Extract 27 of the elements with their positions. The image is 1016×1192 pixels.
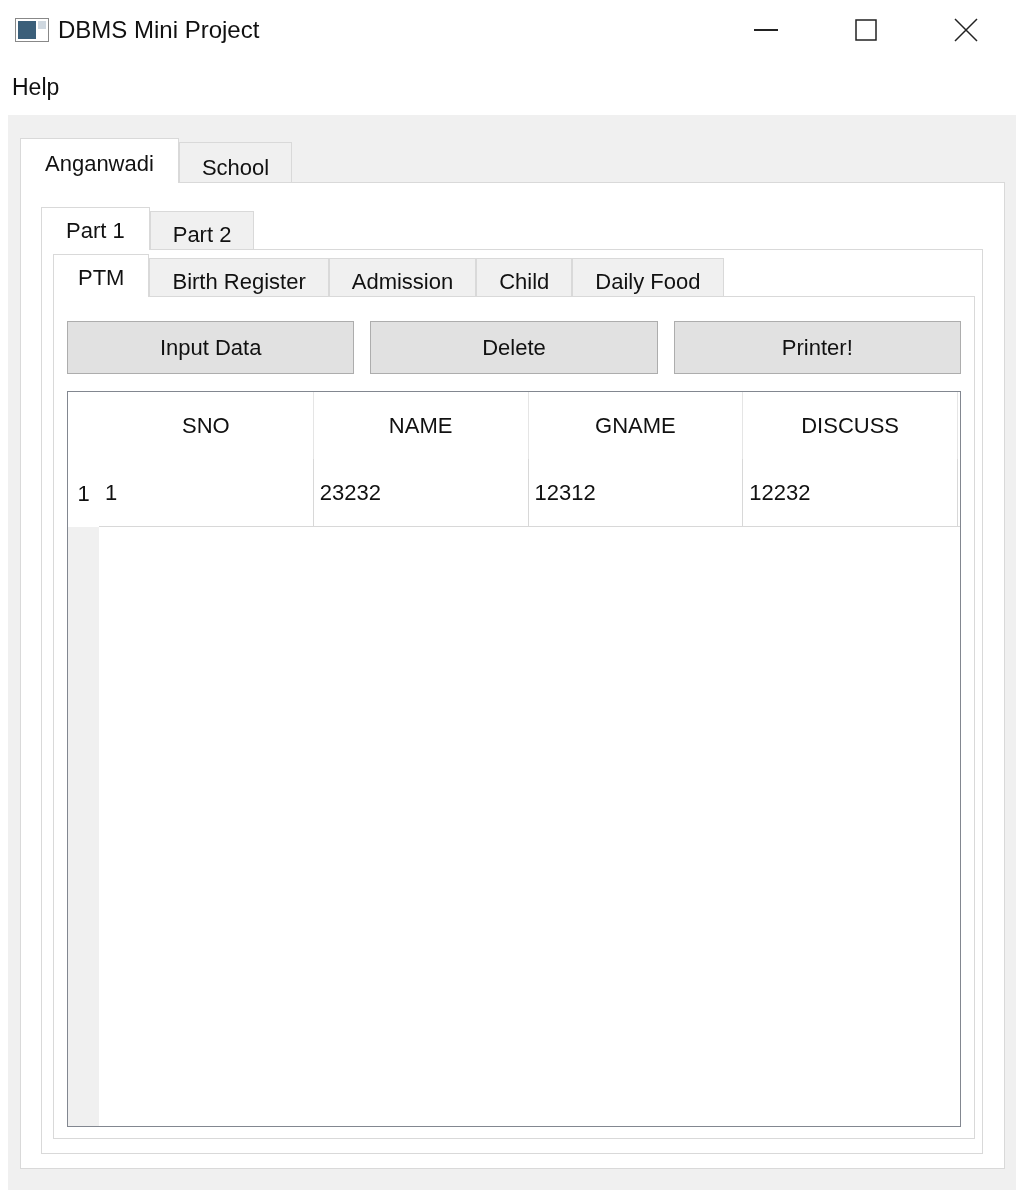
app-icon: [15, 18, 49, 42]
column-header[interactable]: GNAME: [528, 392, 744, 459]
action-button[interactable]: Input Data: [67, 321, 355, 374]
column-header[interactable]: SNO: [99, 392, 314, 459]
menu-item[interactable]: Help: [12, 70, 60, 105]
tab[interactable]: Part 1: [41, 207, 150, 250]
maximize-icon: [855, 19, 877, 41]
tab[interactable]: Anganwadi: [20, 138, 179, 183]
tab[interactable]: Part 2: [149, 211, 255, 249]
tab[interactable]: Birth Register: [149, 258, 329, 296]
tab[interactable]: School: [178, 142, 293, 182]
action-button[interactable]: Delete: [370, 321, 658, 374]
column-header[interactable]: NAME: [313, 392, 529, 459]
table-cell: 12232: [743, 459, 958, 526]
tab[interactable]: Child: [476, 258, 573, 296]
tab[interactable]: PTM: [53, 254, 150, 297]
table-cell: 1: [99, 459, 314, 526]
minimize-icon: [754, 29, 778, 31]
row-header: 1: [76, 479, 91, 508]
table-cell: 23232: [313, 459, 529, 526]
column-header[interactable]: DISCUSS: [743, 392, 958, 459]
close-icon: [954, 18, 978, 42]
tab[interactable]: Daily Food: [572, 258, 724, 296]
window-title: DBMS Mini Project: [58, 15, 260, 45]
table-cell: 12312: [528, 459, 744, 526]
action-button[interactable]: Printer!: [673, 321, 961, 374]
tab[interactable]: Admission: [328, 258, 477, 296]
